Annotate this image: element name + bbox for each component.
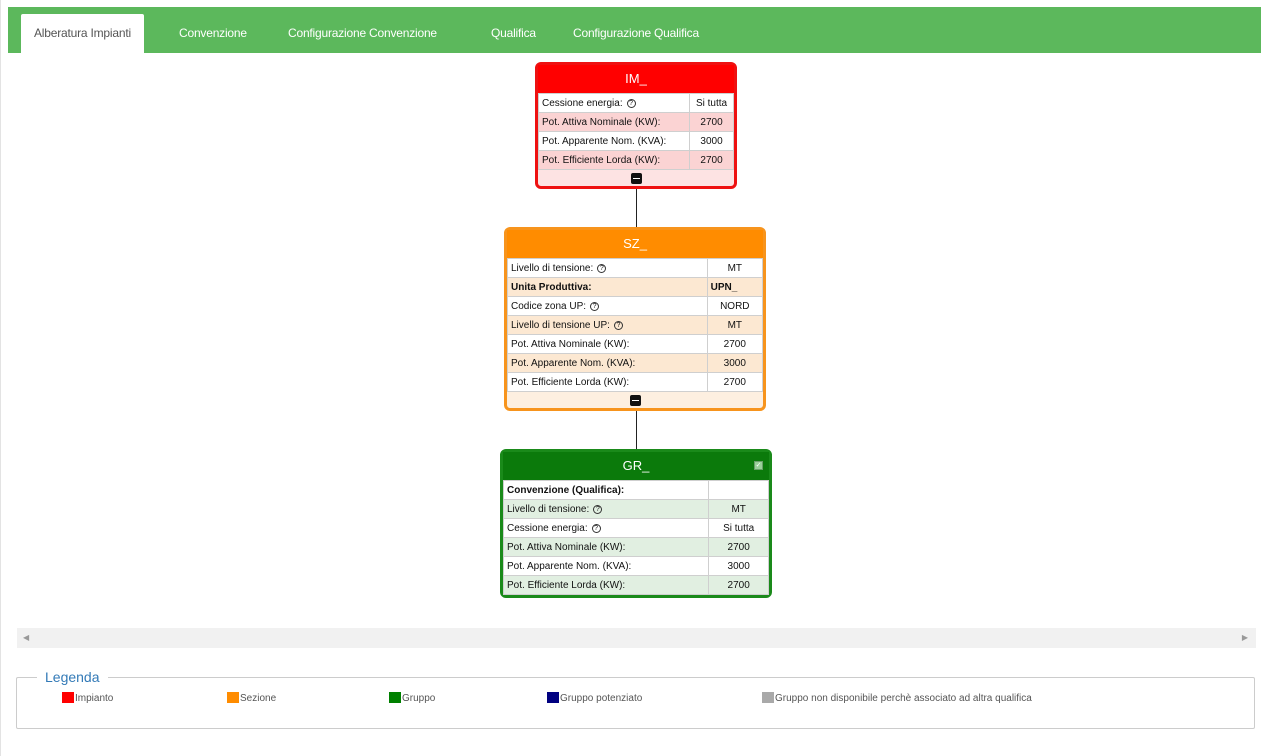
row-value: UPN_	[706, 277, 764, 297]
row-label: Cessione energia:?	[537, 93, 691, 113]
table-row: Pot. Attiva Nominale (KW): 2700	[537, 112, 734, 132]
impianto-node[interactable]: IM_ Cessione energia:? Si tutta Pot. Att…	[535, 62, 737, 189]
legend-swatch	[389, 692, 401, 703]
gruppo-title: GR_	[622, 458, 650, 473]
legend-swatch	[762, 692, 774, 703]
legend-swatch	[62, 692, 74, 703]
tab-qualifica[interactable]: Qualifica	[491, 14, 536, 53]
row-label: Pot. Attiva Nominale (KW):	[502, 537, 710, 557]
table-row: Pot. Efficiente Lorda (KW): 2700	[507, 372, 764, 392]
row-label: Pot. Apparente Nom. (KVA):	[502, 556, 710, 576]
help-icon[interactable]: ?	[626, 98, 636, 108]
scroll-left-icon[interactable]: ◀	[23, 633, 29, 642]
sezione-node[interactable]: SZ_ Livello di tensione:? MT Unita Produ…	[504, 227, 766, 411]
row-value: 3000	[708, 556, 769, 576]
row-label: Pot. Apparente Nom. (KVA):	[537, 131, 691, 151]
impianto-table: Cessione energia:? Si tutta Pot. Attiva …	[537, 93, 734, 170]
row-value: 2700	[706, 372, 764, 392]
tab-configurazione-qualifica[interactable]: Configurazione Qualifica	[573, 14, 699, 53]
impianto-title: IM_	[538, 65, 734, 93]
row-label: Pot. Apparente Nom. (KVA):	[507, 353, 708, 373]
row-label: Pot. Attiva Nominale (KW):	[537, 112, 691, 132]
table-row: Unita Produttiva: UPN_	[507, 277, 764, 297]
table-row: Codice zona UP:? NORD	[507, 296, 764, 316]
row-label: Pot. Efficiente Lorda (KW):	[502, 575, 710, 595]
table-row: Pot. Efficiente Lorda (KW): 2700	[537, 150, 734, 170]
row-value: 2700	[708, 575, 769, 595]
row-label: Livello di tensione UP:?	[507, 315, 708, 335]
tab-configurazione-convenzione[interactable]: Configurazione Convenzione	[288, 14, 437, 53]
help-icon[interactable]: ?	[590, 301, 600, 311]
collapse-icon[interactable]	[629, 395, 641, 406]
gruppo-node[interactable]: GR_ ✓ Convenzione (Qualifica): Livello d…	[500, 449, 772, 598]
table-row: Cessione energia:? Si tutta	[502, 518, 769, 538]
checkbox-icon[interactable]: ✓	[754, 461, 763, 470]
row-label: Livello di tensione:?	[502, 499, 710, 519]
row-value: MT	[708, 499, 769, 519]
row-value: NORD	[706, 296, 764, 316]
row-label: Codice zona UP:?	[507, 296, 708, 316]
sezione-table: Livello di tensione:? MT Unita Produttiv…	[507, 258, 764, 392]
table-row: Pot. Apparente Nom. (KVA): 3000	[507, 353, 764, 373]
table-row: Pot. Apparente Nom. (KVA): 3000	[502, 556, 769, 576]
legend-item-gruppo: Gruppo	[389, 692, 435, 704]
legend-item-gruppo-non-disponibile: Gruppo non disponibile perchè associato …	[762, 692, 1032, 704]
row-value: Si tutta	[708, 518, 769, 538]
table-row: Pot. Attiva Nominale (KW): 2700	[502, 537, 769, 557]
row-value: MT	[706, 315, 764, 335]
page: Alberatura Impianti Convenzione Configur…	[0, 0, 1261, 756]
legend-swatch	[227, 692, 239, 703]
collapse-icon[interactable]	[630, 173, 642, 184]
help-icon[interactable]: ?	[593, 504, 603, 514]
tab-alberatura-impianti[interactable]: Alberatura Impianti	[21, 14, 144, 53]
row-value	[708, 480, 769, 500]
row-value: 3000	[689, 131, 734, 151]
tree-connector	[636, 411, 637, 449]
row-value: 2700	[706, 334, 764, 354]
table-row: Pot. Attiva Nominale (KW): 2700	[507, 334, 764, 354]
row-value: 2700	[689, 150, 734, 170]
table-row: Livello di tensione:? MT	[502, 499, 769, 519]
sezione-title: SZ_	[507, 230, 763, 258]
tab-bar: Alberatura Impianti Convenzione Configur…	[8, 7, 1261, 53]
help-icon[interactable]: ?	[597, 263, 607, 273]
row-label: Pot. Attiva Nominale (KW):	[507, 334, 708, 354]
tab-convenzione[interactable]: Convenzione	[179, 14, 247, 53]
legend-title: Legenda	[37, 669, 108, 685]
gruppo-header: GR_ ✓	[503, 452, 769, 480]
row-value: Si tutta	[689, 93, 734, 113]
scroll-right-icon[interactable]: ▶	[1242, 633, 1248, 642]
row-label: Convenzione (Qualifica):	[502, 480, 710, 500]
row-label: Pot. Efficiente Lorda (KW):	[507, 372, 708, 392]
row-label: Cessione energia:?	[502, 518, 710, 538]
row-value: MT	[706, 258, 764, 278]
row-value: 2700	[689, 112, 734, 132]
table-row: Pot. Efficiente Lorda (KW): 2700	[502, 575, 769, 595]
table-row: Livello di tensione:? MT	[507, 258, 764, 278]
legend-item-sezione: Sezione	[227, 692, 276, 704]
gruppo-table: Convenzione (Qualifica): Livello di tens…	[502, 480, 769, 595]
row-label: Livello di tensione:?	[507, 258, 708, 278]
help-icon[interactable]: ?	[591, 523, 601, 533]
horizontal-scrollbar[interactable]: ◀ ▶	[17, 628, 1256, 648]
table-row: Convenzione (Qualifica):	[502, 480, 769, 500]
row-label: Pot. Efficiente Lorda (KW):	[537, 150, 691, 170]
legend-item-impianto: Impianto	[62, 692, 113, 704]
table-row: Livello di tensione UP:? MT	[507, 315, 764, 335]
row-value: 3000	[706, 353, 764, 373]
table-row: Pot. Apparente Nom. (KVA): 3000	[537, 131, 734, 151]
help-icon[interactable]: ?	[613, 320, 623, 330]
tree-connector	[636, 189, 637, 227]
table-row: Cessione energia:? Si tutta	[537, 93, 734, 113]
legend-swatch	[547, 692, 559, 703]
row-value: 2700	[708, 537, 769, 557]
legend-item-gruppo-potenziato: Gruppo potenziato	[547, 692, 642, 704]
row-label: Unita Produttiva:	[507, 277, 708, 297]
